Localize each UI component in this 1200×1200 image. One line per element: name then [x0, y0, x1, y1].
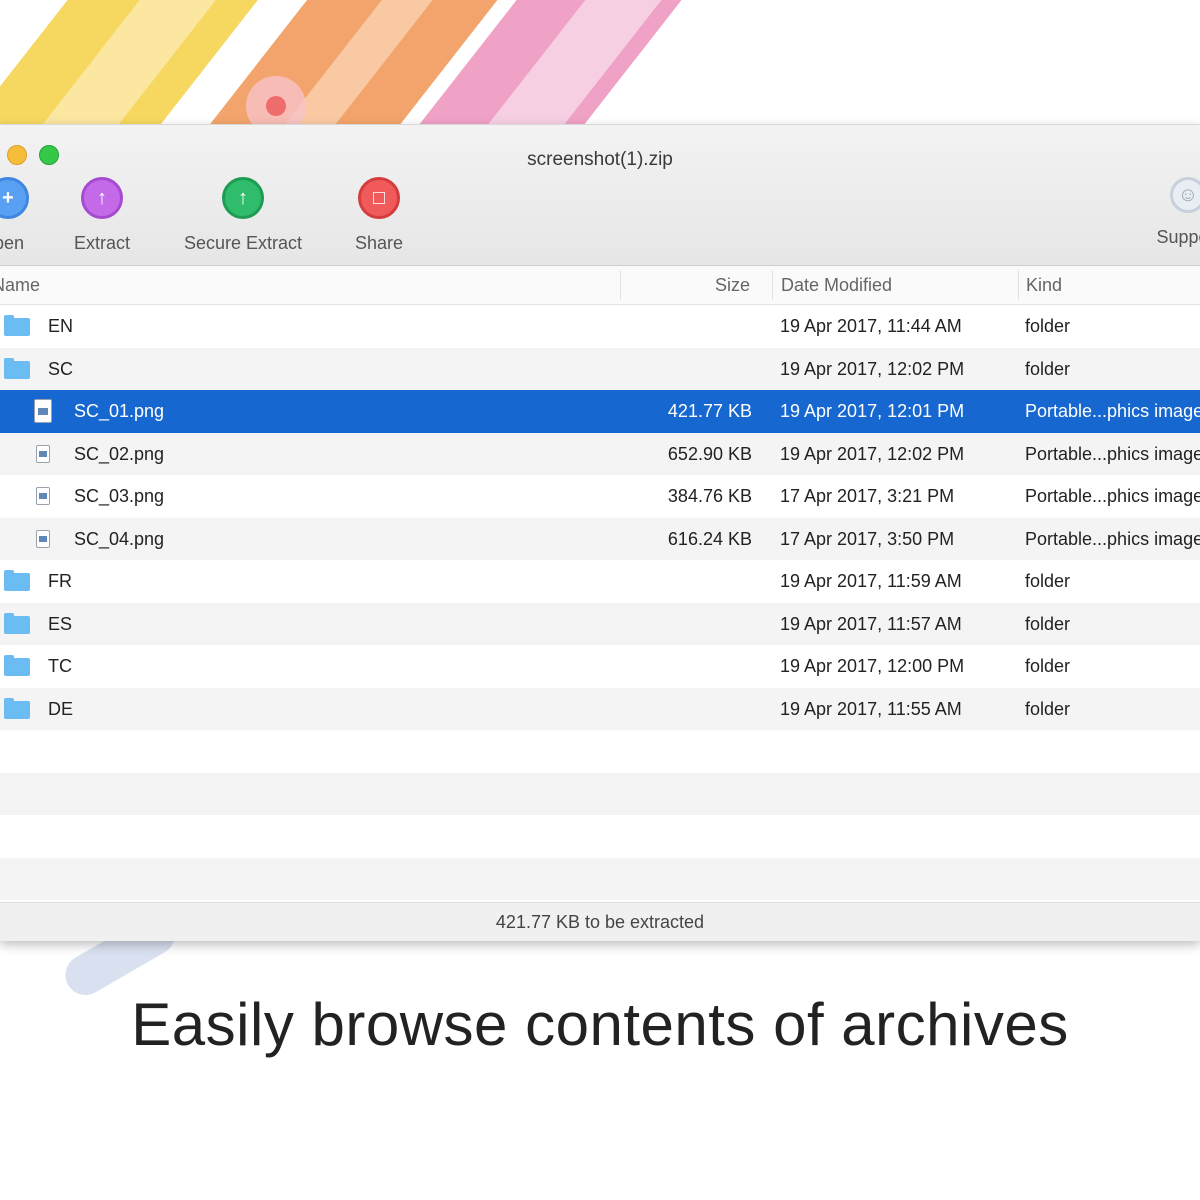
row-date: 19 Apr 2017, 12:00 PM [780, 656, 965, 676]
share-icon: □ [358, 177, 400, 219]
column-date[interactable]: Date Modified [781, 275, 892, 296]
table-row[interactable]: SC_02.png 652.90 KB 19 Apr 2017, 12:02 P… [0, 432, 1200, 475]
row-name: SC_01.png [74, 401, 165, 421]
row-kind: Portable...phics image [1025, 401, 1200, 421]
image-file-icon [36, 529, 50, 548]
row-kind: folder [1025, 656, 1071, 676]
open-button[interactable]: + Open [0, 177, 38, 254]
folder-icon [4, 357, 30, 379]
table-body: EN 19 Apr 2017, 11:44 AM folder SC 19 Ap… [0, 305, 1200, 900]
window-title: screenshot(1).zip [527, 149, 673, 170]
shield-icon: ↑ [222, 177, 264, 219]
table-row-selected[interactable]: SC_01.png 421.77 KB 19 Apr 2017, 12:01 P… [0, 390, 1200, 433]
row-name: EN [48, 316, 74, 336]
row-name: ES [48, 613, 73, 634]
table-row[interactable]: SC 19 Apr 2017, 12:02 PM folder [0, 347, 1200, 390]
image-file-icon [36, 444, 50, 463]
row-kind: Portable...phics image [1025, 528, 1200, 549]
row-date: 19 Apr 2017, 11:57 AM [780, 613, 962, 634]
support-button[interactable]: ☺ Support [1148, 177, 1200, 248]
row-name: SC [48, 358, 74, 379]
column-divider [772, 270, 773, 300]
column-name[interactable]: Name [0, 275, 40, 296]
extract-icon: ↑ [81, 177, 123, 219]
row-size: 421.77 KB [667, 401, 752, 421]
table-row[interactable]: SC_04.png 616.24 KB 17 Apr 2017, 3:50 PM… [0, 517, 1200, 560]
table-row[interactable]: ES 19 Apr 2017, 11:57 AM folder [0, 602, 1200, 645]
open-icon: + [0, 177, 29, 219]
column-divider [1018, 270, 1019, 300]
row-name: DE [48, 698, 74, 719]
row-kind: Portable...phics image [1025, 486, 1200, 506]
secure-extract-label: Secure Extract [183, 233, 303, 253]
column-divider [620, 270, 621, 300]
table-header: Name Size Date Modified Kind [0, 266, 1200, 305]
row-kind: folder [1025, 358, 1071, 379]
row-name: SC_03.png [74, 486, 165, 506]
empty-row [0, 857, 1200, 900]
folder-icon [4, 697, 30, 719]
column-kind[interactable]: Kind [1026, 275, 1062, 296]
extract-button[interactable]: ↑ Extract [66, 177, 138, 254]
table-row[interactable]: DE 19 Apr 2017, 11:55 AM folder [0, 687, 1200, 730]
row-name: SC_02.png [74, 443, 165, 464]
folder-icon [4, 612, 30, 634]
empty-row [0, 772, 1200, 815]
folder-icon [4, 655, 30, 676]
empty-row [0, 815, 1200, 858]
table-row[interactable]: FR 19 Apr 2017, 11:59 AM folder [0, 560, 1200, 603]
folder-icon [4, 315, 30, 336]
titlebar: screenshot(1).zip + Open ↑ Extract ↑ Sec… [0, 125, 1200, 266]
row-name: FR [48, 571, 72, 591]
row-date: 17 Apr 2017, 3:50 PM [780, 528, 955, 549]
row-date: 19 Apr 2017, 12:01 PM [780, 401, 965, 421]
row-size: 616.24 KB [667, 528, 752, 549]
image-file-icon [34, 399, 52, 423]
share-button[interactable]: □ Share [346, 177, 412, 254]
row-kind: folder [1025, 613, 1071, 634]
extract-label: Extract [73, 233, 130, 253]
image-file-icon [36, 487, 50, 505]
row-kind: Portable...phics image [1025, 443, 1200, 464]
row-date: 17 Apr 2017, 3:21 PM [780, 486, 955, 506]
row-date: 19 Apr 2017, 12:02 PM [780, 358, 965, 379]
row-name: SC_04.png [74, 528, 165, 549]
row-size: 652.90 KB [667, 443, 752, 464]
row-date: 19 Apr 2017, 11:55 AM [780, 698, 962, 719]
secure-extract-button[interactable]: ↑ Secure Extract [176, 177, 310, 254]
headset-icon: ☺ [1170, 177, 1200, 213]
file-table: Name Size Date Modified Kind EN 19 Apr 2… [0, 266, 1200, 900]
row-name: TC [48, 656, 72, 676]
row-date: 19 Apr 2017, 12:02 PM [780, 443, 965, 464]
folder-icon [4, 570, 30, 591]
table-row[interactable]: EN 19 Apr 2017, 11:44 AM folder [0, 305, 1200, 348]
row-kind: folder [1025, 571, 1071, 591]
row-date: 19 Apr 2017, 11:59 AM [780, 571, 962, 591]
row-date: 19 Apr 2017, 11:44 AM [780, 316, 962, 336]
status-bar: 421.77 KB to be extracted [0, 902, 1200, 941]
archive-window: screenshot(1).zip + Open ↑ Extract ↑ Sec… [0, 124, 1200, 941]
empty-row [0, 730, 1200, 773]
share-label: Share [354, 233, 404, 253]
table-row[interactable]: TC 19 Apr 2017, 12:00 PM folder [0, 645, 1200, 688]
row-size: 384.76 KB [667, 486, 752, 506]
column-size[interactable]: Size [700, 275, 750, 296]
open-label: Open [0, 233, 25, 253]
table-row[interactable]: SC_03.png 384.76 KB 17 Apr 2017, 3:21 PM… [0, 475, 1200, 518]
support-label: Support [1156, 227, 1200, 247]
row-kind: folder [1025, 698, 1071, 719]
marketing-caption: Easily browse contents of archives [131, 991, 1069, 1058]
row-kind: folder [1025, 316, 1071, 336]
